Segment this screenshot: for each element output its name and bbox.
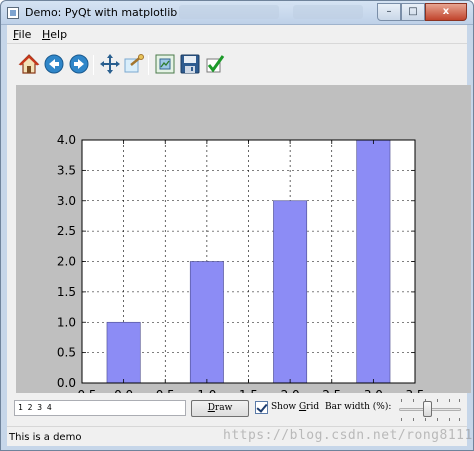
title-bar[interactable]: Demo: PyQt with matplotlib – □ x (1, 1, 473, 25)
zoom-button[interactable] (123, 53, 145, 75)
window-title: Demo: PyQt with matplotlib (25, 6, 178, 19)
show-grid-label[interactable]: Show Grid (271, 402, 319, 412)
y-tick-label: 2.5 (57, 224, 76, 238)
app-icon[interactable] (7, 7, 19, 19)
menu-help-label: elp (50, 28, 68, 41)
main-window-client: File Help 0.0 0.5 1.0 1.5 2.0 2.5 3.0 3.… (7, 25, 474, 446)
status-text: This is a demo (9, 432, 82, 443)
show-grid-label-text: Show (271, 402, 299, 412)
slider-tick (437, 399, 438, 402)
bar-width-slider[interactable] (399, 399, 461, 421)
configure-subplots-icon (155, 54, 175, 74)
x-tick-label: 3.5 (405, 388, 424, 393)
slider-tick (437, 418, 438, 421)
slider-handle[interactable] (423, 401, 432, 417)
y-tick-label: 0.0 (57, 376, 76, 390)
draw-button[interactable]: Draw (191, 400, 249, 417)
watermark-text: https://blog.csdn.net/rong81117 (223, 428, 474, 443)
x-tick-label: 1.5 (239, 388, 258, 393)
y-tick-label: 2.0 (57, 255, 76, 269)
bar (189, 261, 224, 384)
bar (106, 321, 141, 384)
window-controls: – □ x (377, 3, 467, 21)
slider-tick (449, 399, 450, 402)
toolbar-separator (148, 55, 149, 75)
app-window: Demo: PyQt with matplotlib – □ x File He… (0, 0, 474, 451)
bar-chart[interactable]: −0.50.00.51.01.52.02.53.03.50.00.51.01.5… (16, 85, 471, 393)
x-tick-label: 0.5 (156, 388, 175, 393)
bar-width-label: Bar width (%): (325, 402, 392, 412)
slider-tick (401, 418, 402, 421)
status-bar: This is a demo https://blog.csdn.net/ron… (7, 426, 474, 446)
menu-file-label: ile (18, 28, 32, 41)
back-icon (44, 54, 64, 74)
save-icon (180, 54, 200, 74)
forward-button[interactable] (68, 53, 90, 75)
menu-file[interactable]: File (13, 28, 31, 41)
series-input[interactable]: 1 2 3 4 (14, 400, 186, 416)
x-tick-label: 0.0 (114, 388, 133, 393)
background-tab (293, 5, 363, 19)
x-tick-label: 2.5 (322, 388, 341, 393)
x-tick-label: 2.0 (281, 388, 300, 393)
y-tick-label: 3.5 (57, 163, 76, 177)
slider-tick (413, 399, 414, 402)
y-tick-label: 1.5 (57, 285, 76, 299)
pan-button[interactable] (99, 53, 121, 75)
home-button[interactable] (18, 53, 40, 75)
slider-tick (413, 418, 414, 421)
forward-icon (69, 54, 89, 74)
bar (356, 139, 391, 384)
show-grid-label-rest: rid (306, 402, 320, 412)
controls-row: 1 2 3 4 Draw Show Grid Bar width (%): (7, 395, 467, 423)
slider-tick (401, 399, 402, 402)
y-tick-label: 4.0 (57, 133, 76, 147)
back-button[interactable] (43, 53, 65, 75)
pan-icon (100, 54, 120, 74)
toolbar-separator (93, 55, 94, 75)
close-button[interactable]: x (425, 3, 467, 21)
bar (273, 200, 308, 384)
slider-tick (459, 418, 460, 421)
navigation-toolbar (7, 45, 467, 81)
show-grid-checkbox[interactable] (255, 401, 268, 414)
zoom-icon (124, 54, 144, 73)
y-tick-label: 0.5 (57, 346, 76, 360)
y-tick-label: 3.0 (57, 194, 76, 208)
y-tick-label: 1.0 (57, 315, 76, 329)
slider-tick (425, 418, 426, 421)
home-icon (18, 54, 40, 74)
background-tab (179, 5, 279, 19)
menu-bar: File Help (7, 25, 467, 44)
draw-button-label: raw (214, 403, 233, 413)
minimize-button[interactable]: – (377, 3, 401, 21)
edit-axis-button[interactable] (204, 53, 226, 75)
maximize-button[interactable]: □ (401, 3, 425, 21)
save-button[interactable] (179, 53, 201, 75)
draw-button-mnemonic: D (207, 403, 215, 413)
x-tick-label: 1.0 (197, 388, 216, 393)
figure-canvas[interactable]: −0.50.00.51.01.52.02.53.03.50.00.51.01.5… (16, 85, 471, 393)
edit-axis-icon (206, 55, 225, 73)
menu-help[interactable]: Help (42, 28, 67, 41)
x-tick-label: 3.0 (364, 388, 383, 393)
slider-tick (459, 399, 460, 402)
configure-subplots-button[interactable] (154, 53, 176, 75)
slider-tick (449, 418, 450, 421)
